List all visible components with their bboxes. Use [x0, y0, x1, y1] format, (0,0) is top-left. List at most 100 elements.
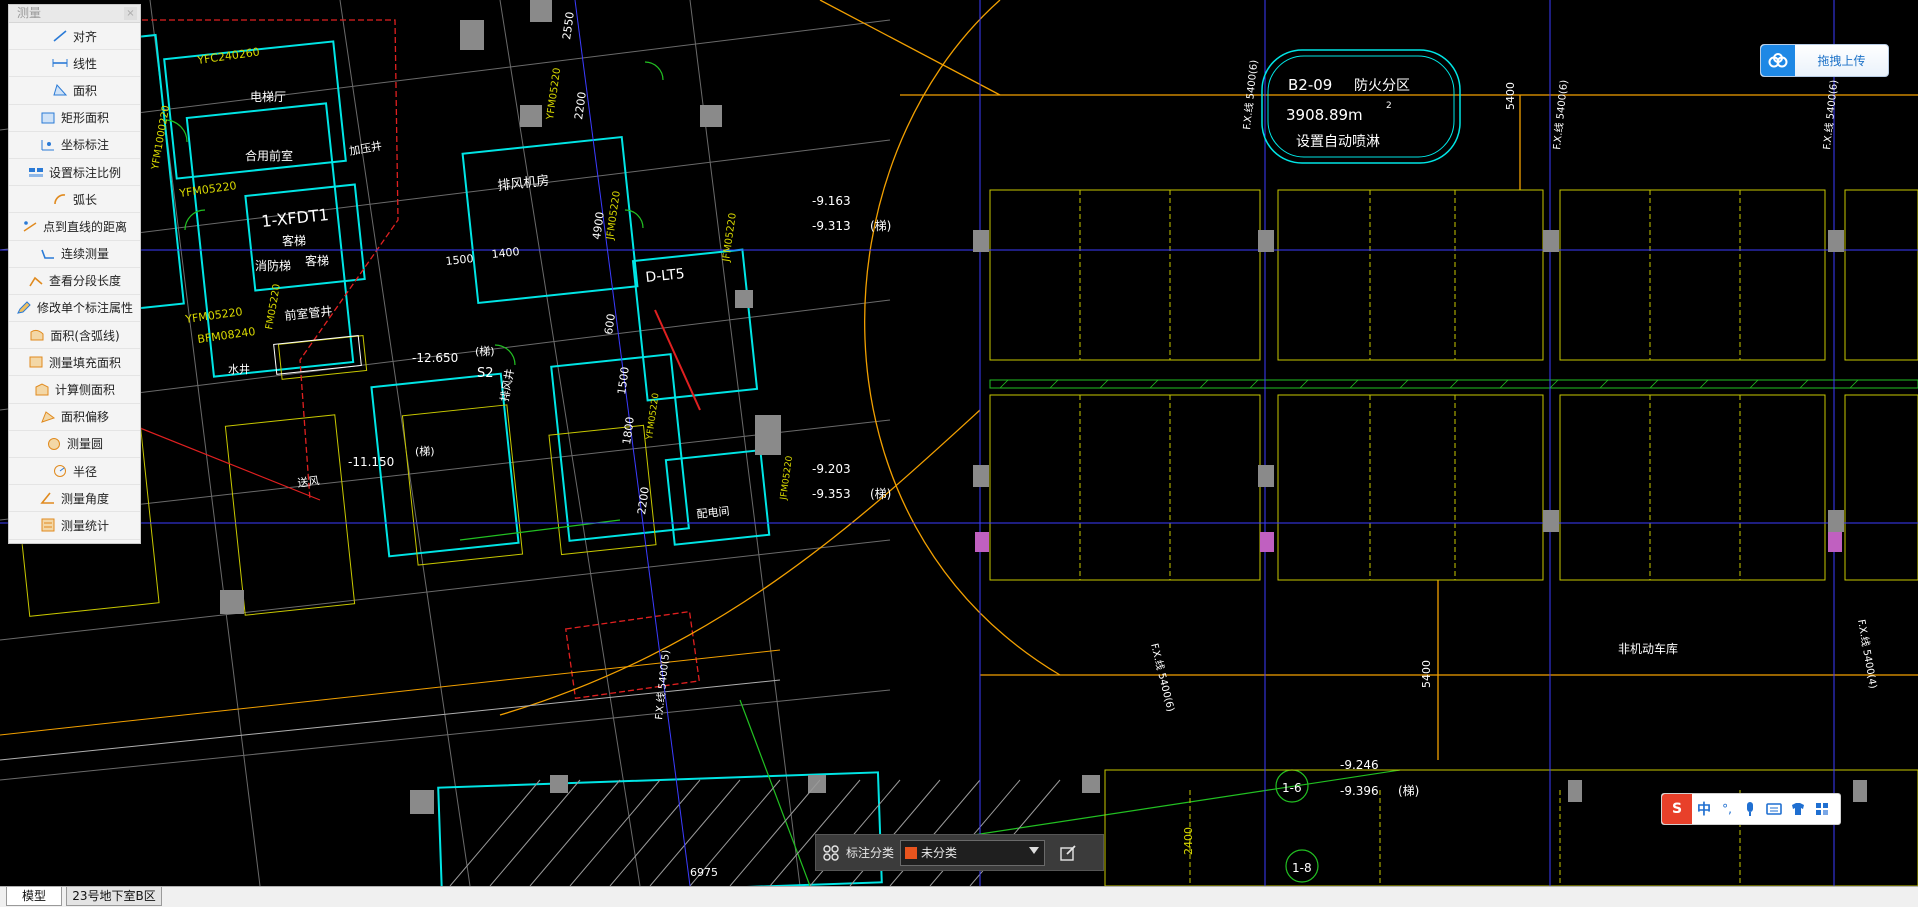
tool-coordinate[interactable]: 坐标标注 [9, 132, 140, 159]
chevron-down-icon [1029, 846, 1040, 854]
label-5400-top: 5400 [1504, 82, 1517, 110]
radius-icon [52, 464, 68, 478]
tool-label: 坐标标注 [60, 138, 109, 153]
rect-area-icon [40, 111, 56, 125]
tool-label: 测量统计 [60, 518, 109, 533]
tool-area-offset[interactable]: 面积偏移 [9, 404, 140, 431]
area-offset-icon [40, 410, 56, 424]
grid-icon[interactable] [816, 844, 846, 861]
tool-label: 对齐 [72, 29, 97, 44]
point-line-distance-icon [22, 219, 38, 233]
tool-label: 设置标注比例 [48, 165, 121, 180]
selected-category: 未分类 [921, 846, 958, 860]
tool-label: 面积偏移 [60, 410, 109, 425]
label-axis-1-6: 1-6 [1282, 781, 1302, 795]
tool-segment-length[interactable]: 查看分段长度 [9, 268, 140, 295]
segment-length-icon [28, 274, 44, 288]
tool-arc-length[interactable]: 弧长 [9, 186, 140, 214]
measure-panel-title-text: 测量 [17, 6, 42, 20]
baidu-cloud-icon [1761, 45, 1795, 76]
tool-label: 面积 [72, 83, 97, 98]
angle-icon [40, 491, 56, 505]
ime-mode-toggle[interactable]: 中 [1692, 794, 1716, 824]
label-water-well: 水井 [228, 362, 250, 376]
tab-basement-b[interactable]: 23号地下室B区 [66, 887, 162, 906]
circle-measure-icon [46, 437, 62, 451]
label-zone-code: B2-09 [1288, 76, 1332, 94]
cad-drawing-canvas[interactable]: YFC240260 YFM1000220 电梯厅 合用前室 加压井 YFM052… [0, 0, 1918, 886]
tool-set-scale[interactable]: 设置标注比例 [9, 159, 140, 187]
label-stair-a: (梯) [475, 345, 495, 358]
tool-label: 计算侧面积 [54, 383, 115, 398]
arc-area-icon [29, 328, 45, 342]
tool-label: 点到直线的距离 [42, 219, 127, 234]
tool-label: 测量角度 [60, 491, 109, 506]
layout-tab-bar: 模型 23号地下室B区 [0, 886, 1918, 907]
apps-icon[interactable] [1810, 794, 1834, 824]
label-2400: 2400 [1182, 827, 1195, 855]
tool-arc-area[interactable]: 面积(含弧线) [9, 322, 140, 350]
label-elev-12650: -12.650 [412, 351, 458, 365]
edit-annotation-icon [16, 301, 32, 315]
coordinate-icon [40, 138, 56, 152]
tool-point-line-distance[interactable]: 点到直线的距离 [9, 213, 140, 241]
measure-panel-title: 测量 × [9, 5, 140, 23]
label-area-unit-sup: 2 [1386, 101, 1392, 111]
side-area-icon [34, 382, 50, 397]
label-elev-11150: -11.150 [348, 455, 394, 469]
arc-length-icon [52, 192, 68, 206]
category-color-swatch [905, 846, 918, 859]
tool-linear[interactable]: 线性 [9, 50, 140, 78]
tool-statistics[interactable]: 测量统计 [9, 512, 140, 540]
tool-circle-measure[interactable]: 测量圆 [9, 431, 140, 458]
keyboard-icon[interactable] [1762, 794, 1786, 824]
sogou-logo-icon[interactable]: S [1662, 794, 1692, 824]
statistics-icon [40, 518, 56, 532]
label-passenger-elevator-b: 客梯 [305, 253, 329, 268]
continuous-measure-icon [40, 247, 56, 261]
ime-toolbar[interactable]: S 中 °, [1661, 793, 1841, 825]
label-stair-b: (梯) [415, 445, 435, 458]
edit-icon[interactable] [1051, 844, 1085, 862]
tool-angle[interactable]: 测量角度 [9, 485, 140, 513]
tool-radius[interactable]: 半径 [9, 458, 140, 486]
tool-align[interactable]: 对齐 [9, 23, 140, 51]
tool-edit-annotation[interactable]: 修改单个标注属性 [9, 295, 140, 323]
tab-model[interactable]: 模型 [6, 887, 62, 906]
label-6975: 6975 [690, 866, 718, 879]
tool-label: 面积(含弧线) [50, 328, 120, 343]
tool-label: 查看分段长度 [48, 274, 121, 289]
tool-continuous-measure[interactable]: 连续测量 [9, 241, 140, 268]
tool-label: 矩形面积 [60, 111, 109, 126]
tool-area[interactable]: 面积 [9, 77, 140, 105]
tool-fill-area[interactable]: 测量填充面积 [9, 349, 140, 377]
mic-icon[interactable] [1738, 794, 1762, 824]
label-axis-1-8: 1-8 [1292, 861, 1312, 875]
drag-upload-button[interactable]: 拖拽上传 [1760, 44, 1889, 77]
tool-label: 连续测量 [60, 247, 109, 262]
measure-panel: 测量 × 对齐 线性 面积 矩形面积 坐标标注 设置标注比例 弧长 点到直线的距… [8, 4, 141, 544]
area-icon [52, 83, 68, 97]
label-passenger-elevator-a: 客梯 [282, 233, 306, 248]
label-stair-d: (梯) [870, 487, 891, 501]
close-icon[interactable]: × [124, 7, 137, 20]
tool-label: 线性 [72, 56, 97, 71]
label-elev-9313: -9.313 [812, 219, 851, 233]
tool-rect-area[interactable]: 矩形面积 [9, 105, 140, 132]
ime-punct-toggle[interactable]: °, [1716, 794, 1738, 824]
scale-icon [28, 165, 44, 179]
label-elevator-hall: 电梯厅 [250, 90, 286, 104]
align-icon [52, 29, 68, 43]
tool-label: 测量圆 [66, 437, 103, 452]
label-elev-9353: -9.353 [812, 487, 851, 501]
tool-label: 半径 [72, 464, 97, 479]
tool-label: 测量填充面积 [48, 355, 121, 370]
annotation-category-label: 标注分类 [846, 846, 895, 860]
label-fire-zone: 防火分区 [1354, 78, 1410, 94]
label-s2: S2 [477, 366, 494, 381]
label-elev-9246: -9.246 [1340, 758, 1379, 772]
tool-side-area[interactable]: 计算侧面积 [9, 376, 140, 404]
tool-label: 弧长 [72, 192, 97, 207]
shirt-icon[interactable] [1786, 794, 1810, 824]
annotation-category-select[interactable]: 未分类 [900, 839, 1046, 866]
